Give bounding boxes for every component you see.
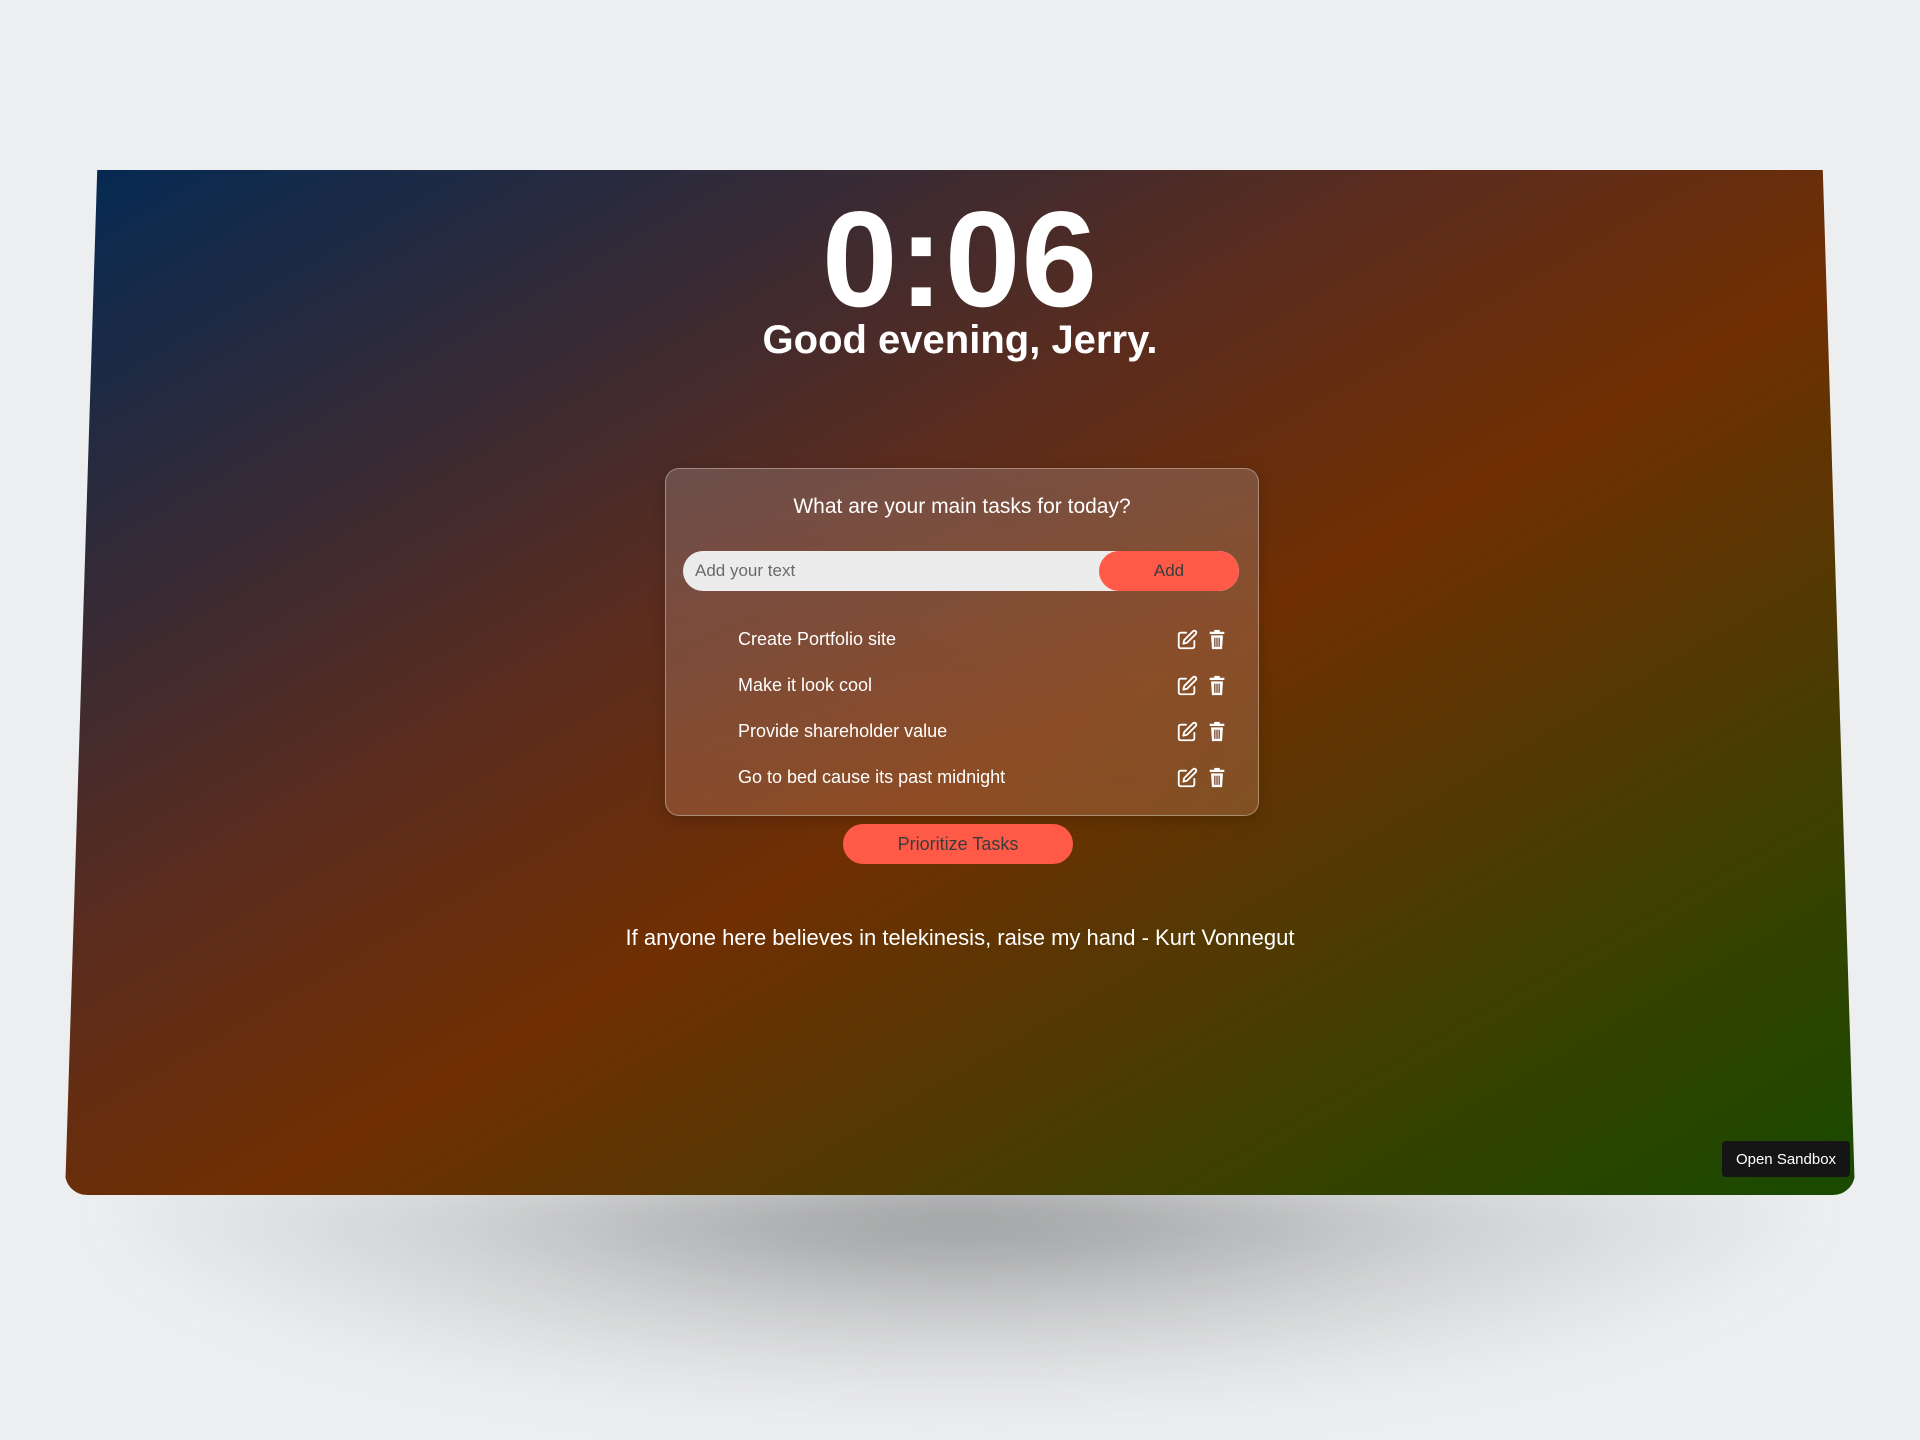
prioritize-tasks-button[interactable]: Prioritize Tasks <box>843 824 1073 864</box>
stage: 0:06 Good evening, Jerry. What are your … <box>0 0 1920 1440</box>
task-label: Go to bed cause its past midnight <box>738 767 1006 787</box>
task-card: What are your main tasks for today? Add … <box>665 468 1259 816</box>
task-question: What are your main tasks for today? <box>793 495 1131 518</box>
task-input[interactable] <box>695 551 1095 591</box>
quote: If anyone here believes in telekinesis, … <box>625 925 1295 950</box>
task-actions <box>1176 675 1228 697</box>
task-input-row: Add <box>683 551 1239 591</box>
edit-icon[interactable] <box>1176 721 1198 743</box>
trash-icon[interactable] <box>1206 767 1228 789</box>
screen-shadow <box>120 1180 1800 1400</box>
add-button[interactable]: Add <box>1099 551 1239 591</box>
task-actions <box>1176 767 1228 789</box>
task-item: Make it look cool <box>666 663 1258 709</box>
edit-icon[interactable] <box>1176 767 1198 789</box>
task-label: Provide shareholder value <box>738 721 948 741</box>
task-item: Create Portfolio site <box>666 617 1258 663</box>
task-actions <box>1176 629 1228 651</box>
open-sandbox-button[interactable]: Open Sandbox <box>1722 1141 1850 1177</box>
edit-icon[interactable] <box>1176 675 1198 697</box>
clock: 0:06 <box>821 183 1099 335</box>
trash-icon[interactable] <box>1206 721 1228 743</box>
task-actions <box>1176 721 1228 743</box>
app-screen: 0:06 Good evening, Jerry. What are your … <box>65 170 1855 1195</box>
task-label: Make it look cool <box>738 675 873 695</box>
task-label: Create Portfolio site <box>738 629 897 649</box>
task-item: Provide shareholder value <box>666 709 1258 755</box>
task-item: Go to bed cause its past midnight <box>666 755 1258 801</box>
greeting: Good evening, Jerry. <box>762 318 1158 362</box>
trash-icon[interactable] <box>1206 675 1228 697</box>
edit-icon[interactable] <box>1176 629 1198 651</box>
trash-icon[interactable] <box>1206 629 1228 651</box>
task-list: Create Portfolio site Make it look cool <box>666 617 1258 801</box>
